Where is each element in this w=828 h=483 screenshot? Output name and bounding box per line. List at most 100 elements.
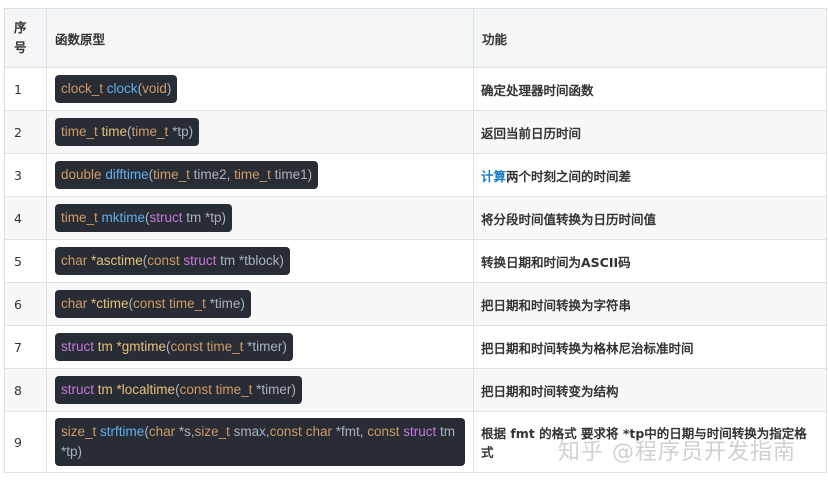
code-token: struct <box>183 253 217 268</box>
prototype-cell: char *ctime(const time_t *time) <box>46 282 474 326</box>
code-snippet: char *asctime(const struct tm *tblock) <box>55 247 290 275</box>
code-token: *fmt, <box>331 424 368 439</box>
function-description: 把日期和时间转变为结构 <box>473 368 827 412</box>
code-token: ) <box>166 81 172 96</box>
table-row: 1 clock_t clock(void) 确定处理器时间函数 <box>4 67 827 111</box>
code-token: *timer) <box>243 339 287 354</box>
header-function: 功能 <box>473 8 827 68</box>
code-token: char <box>148 424 176 439</box>
row-number: 1 <box>4 67 47 111</box>
code-token: const <box>179 382 212 397</box>
code-token: *time) <box>205 296 245 311</box>
function-description: 确定处理器时间函数 <box>473 67 827 111</box>
header-num-label: 序号 <box>14 20 27 55</box>
code-token: *timer) <box>252 382 296 397</box>
code-token: struct <box>61 339 95 354</box>
prototype-cell: struct tm *localtime(const time_t *timer… <box>46 368 474 412</box>
description-text: 转换日期和时间为ASCII码 <box>481 254 631 270</box>
description-text: 把日期和时间转变为结构 <box>481 383 619 399</box>
code-token: size_t <box>61 424 97 439</box>
code-token: tm *gmtime <box>97 339 167 354</box>
code-token: *ctime <box>91 296 129 311</box>
code-snippet: time_t mktime(struct tm *tp) <box>55 204 233 232</box>
header-prototype: 函数原型 <box>46 8 474 68</box>
prototype-cell: time_t time(time_t *tp) <box>46 110 474 154</box>
code-token: time <box>101 124 128 139</box>
code-token: tm *tp) <box>182 210 227 225</box>
description-text: 返回当前日历时间 <box>481 125 582 141</box>
function-description: 把日期和时间转换为格林尼治标准时间 <box>473 325 827 369</box>
code-token: time_t <box>131 124 169 139</box>
code-token: time1) <box>270 167 313 182</box>
prototype-cell: clock_t clock(void) <box>46 67 474 111</box>
table-header-row: 序号 函数原型 功能 <box>4 8 827 68</box>
row-number: 7 <box>4 325 47 369</box>
code-snippet: struct tm *gmtime(const time_t *timer) <box>55 333 293 361</box>
code-token: time_t <box>153 167 190 182</box>
function-description: 计算两个时刻之间的时间差 <box>473 153 827 197</box>
code-token: char <box>305 424 332 439</box>
table-row: 7 struct tm *gmtime(const time_t *timer) 把… <box>4 325 827 369</box>
row-number: 2 <box>4 110 47 154</box>
prototype-cell: size_t strftime(char *s,size_t smax,cons… <box>46 411 474 473</box>
row-number: 4 <box>4 196 47 240</box>
prototype-cell: char *asctime(const struct tm *tblock) <box>46 239 474 283</box>
code-snippet: clock_t clock(void) <box>55 75 178 103</box>
description-text: 确定处理器时间函数 <box>481 82 594 98</box>
code-token: *s, <box>175 424 195 439</box>
prototype-cell: double difftime(time_t time2, time_t tim… <box>46 153 474 197</box>
function-table: 序号 函数原型 功能 1 clock_t clock(void) 确定处理器时间函数… <box>4 8 827 473</box>
code-token: smax, <box>229 424 270 439</box>
row-number: 3 <box>4 153 47 197</box>
code-token: clock <box>106 81 138 96</box>
code-token: time_t <box>169 296 206 311</box>
function-description: 将分段时间值转换为日历时间值 <box>473 196 827 240</box>
code-token: difftime <box>105 167 149 182</box>
code-token: char <box>61 296 88 311</box>
description-text: 把日期和时间转换为格林尼治标准时间 <box>481 340 694 356</box>
code-token: time_t <box>234 167 271 182</box>
description-link[interactable]: 计算 <box>481 169 506 184</box>
watermark: 知乎 @程序员开发指南 <box>558 440 796 465</box>
code-token: const <box>147 253 180 268</box>
prototype-cell: struct tm *gmtime(const time_t *timer) <box>46 325 474 369</box>
description-text: 将分段时间值转换为日历时间值 <box>481 211 657 227</box>
code-token: time_t <box>206 339 244 354</box>
table-row: 8 struct tm *localtime(const time_t *time… <box>4 368 827 412</box>
row-number: 6 <box>4 282 47 326</box>
function-description: 转换日期和时间为ASCII码 <box>473 239 827 283</box>
code-token: const <box>269 424 302 439</box>
code-token: mktime <box>101 210 146 225</box>
code-token: struct <box>403 424 437 439</box>
code-token: const <box>133 296 166 311</box>
code-token: time_t <box>61 210 98 225</box>
code-token: const <box>367 424 400 439</box>
code-token: struct <box>149 210 183 225</box>
code-token: size_t <box>194 424 230 439</box>
code-token: char <box>61 253 88 268</box>
code-token: clock_t <box>61 81 104 96</box>
code-token: strftime <box>100 424 145 439</box>
code-snippet: double difftime(time_t time2, time_t tim… <box>55 161 319 189</box>
table-row: 2 time_t time(time_t *tp) 返回当前日历时间 <box>4 110 827 154</box>
code-token: void <box>142 81 167 96</box>
code-token: time_t <box>215 382 253 397</box>
table-row: 3 double difftime(time_t time2, time_t ti… <box>4 153 827 197</box>
code-snippet: char *ctime(const time_t *time) <box>55 290 251 318</box>
row-number: 5 <box>4 239 47 283</box>
table-row: 5 char *asctime(const struct tm *tblock) 转… <box>4 239 827 283</box>
code-token: time_t <box>61 124 98 139</box>
description-text: 两个时刻之间的时间差 <box>506 168 632 184</box>
prototype-cell: time_t mktime(struct tm *tp) <box>46 196 474 240</box>
row-number: 8 <box>4 368 47 412</box>
code-token: *tp) <box>168 124 194 139</box>
code-token: time2, <box>189 167 235 182</box>
code-snippet: size_t strftime(char *s,size_t smax,cons… <box>55 418 465 466</box>
code-snippet: struct tm *localtime(const time_t *timer… <box>55 376 302 404</box>
code-token: tm *tblock) <box>216 253 284 268</box>
description-text: 把日期和时间转换为字符串 <box>481 297 632 313</box>
code-token: double <box>61 167 102 182</box>
table-row: 4 time_t mktime(struct tm *tp) 将分段时间值转换为日历… <box>4 196 827 240</box>
header-num: 序号 <box>4 8 47 68</box>
row-number: 9 <box>4 411 47 473</box>
